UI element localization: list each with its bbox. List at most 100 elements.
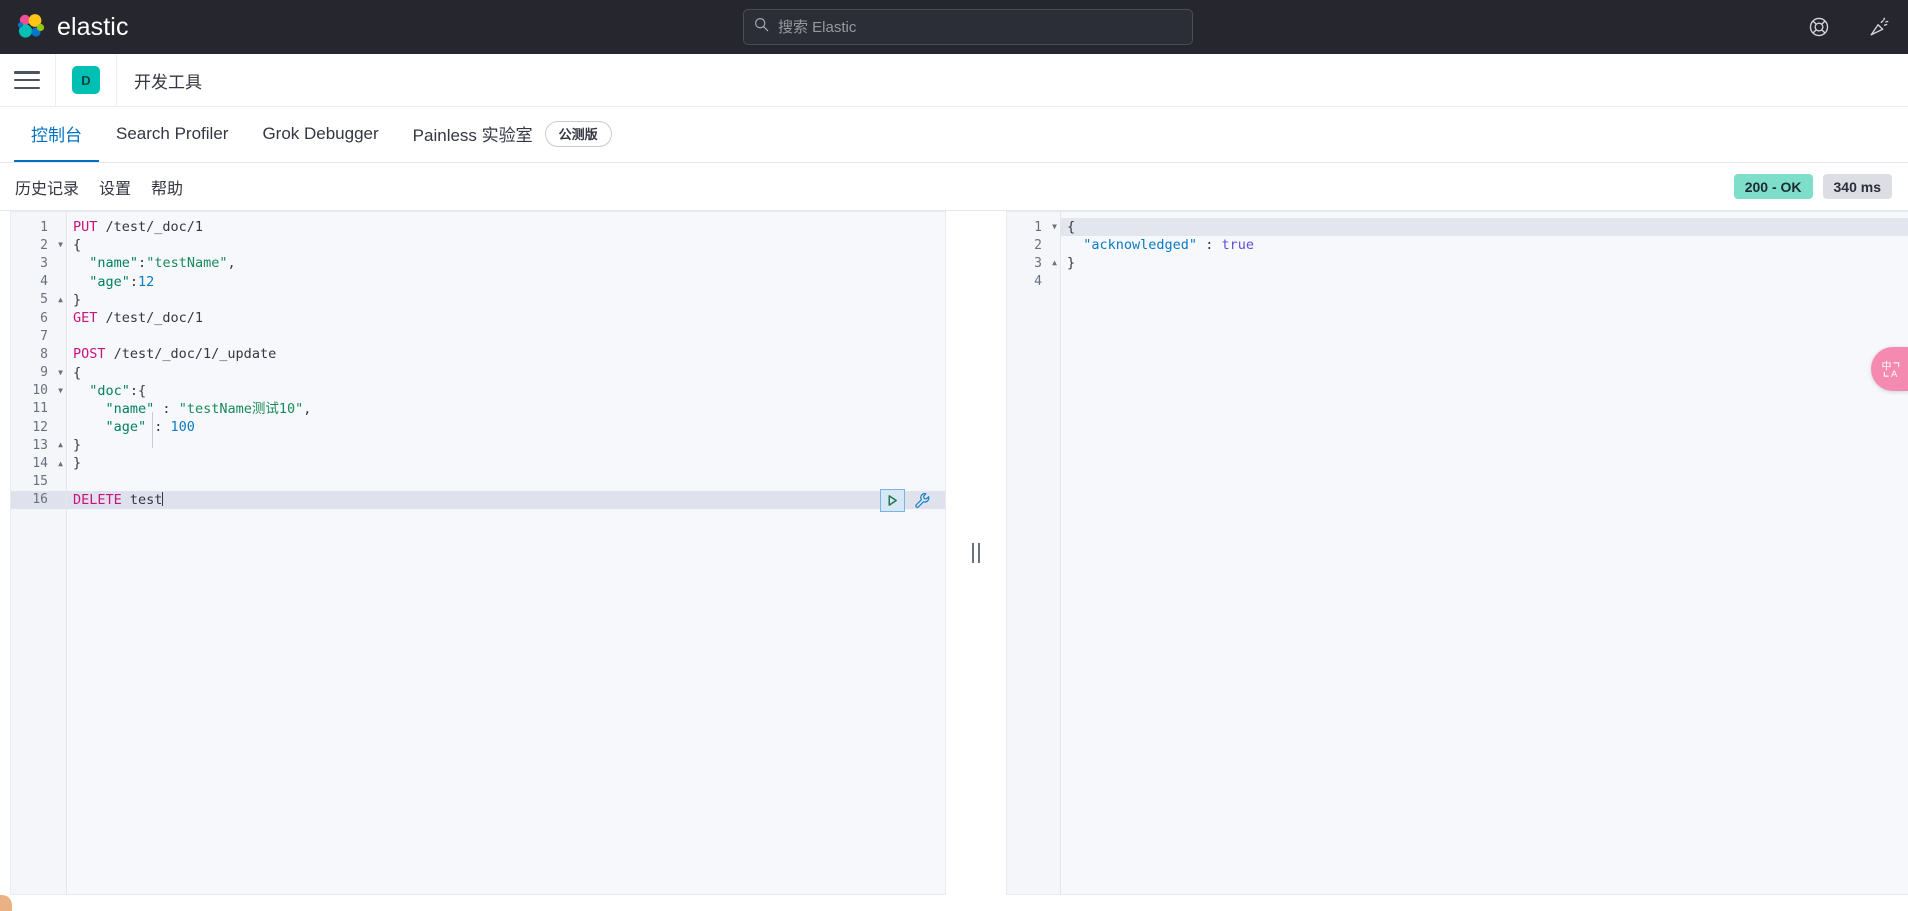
gutter-line[interactable]: 2 [1007, 236, 1060, 254]
gutter-line[interactable]: 14 ▲ [11, 454, 66, 472]
response-gutter[interactable]: 1 ▼ 2 3 ▲ 4 [1007, 212, 1061, 894]
tab-search-profiler[interactable]: Search Profiler [99, 107, 245, 162]
request-pane[interactable]: 1 2 ▼ 3 4 5 ▲ 6 7 8 9 ▼ 10 ▼ 11 12 13 ▲ 14 ▲ 15 16 PUT /test/… [10, 211, 946, 895]
code-line[interactable]: "name" : "testName测试10", [67, 400, 945, 418]
tab-grok-debugger[interactable]: Grok Debugger [245, 107, 395, 162]
gutter-line[interactable]: 16 [11, 490, 66, 509]
status-badge-code: 200 - OK [1733, 174, 1813, 199]
gutter-line[interactable]: 6 [11, 309, 66, 327]
gutter-line[interactable]: 1 [11, 218, 66, 236]
code-line[interactable]: "doc":{ [67, 382, 945, 400]
fold-open-icon[interactable]: ▼ [58, 386, 63, 395]
line-number: 4 [40, 274, 48, 290]
code-line[interactable]: { [67, 236, 945, 254]
request-code-area[interactable]: PUT /test/_doc/1{ "name":"testName", "ag… [67, 212, 945, 894]
app-tab-label: 控制台 [31, 126, 82, 145]
tab-console[interactable]: 控制台 [14, 107, 99, 162]
request-gutter[interactable]: 1 2 ▼ 3 4 5 ▲ 6 7 8 9 ▼ 10 ▼ 11 12 13 ▲ 14 ▲ 15 16 [11, 212, 67, 894]
header-actions [1806, 0, 1892, 54]
translate-button[interactable]: 中 A [1871, 347, 1908, 391]
code-line[interactable] [67, 327, 945, 345]
token-num: 12 [138, 273, 155, 290]
code-line[interactable]: "age" : 100 [67, 418, 945, 436]
code-line[interactable]: POST /test/_doc/1/_update [67, 345, 945, 363]
code-line[interactable]: "acknowledged" : true [1061, 236, 1908, 254]
whats-new-icon[interactable] [1866, 14, 1892, 40]
gutter-line[interactable]: 11 [11, 400, 66, 418]
gutter-line[interactable]: 10 ▼ [11, 382, 66, 400]
code-line[interactable]: { [1061, 218, 1908, 237]
gutter-line[interactable]: 13 ▲ [11, 436, 66, 454]
app-tab-label: Search Profiler [116, 123, 229, 143]
app-tab-label: Grok Debugger [262, 123, 379, 143]
token-punct: : [146, 419, 171, 436]
fold-close-icon[interactable]: ▲ [58, 441, 63, 449]
token-punct: : [154, 400, 179, 417]
line-number: 3 [40, 255, 48, 271]
code-line[interactable]: } [67, 436, 945, 454]
gutter-line[interactable]: 7 [11, 327, 66, 345]
response-code-area[interactable]: { "acknowledged" : true} [1061, 212, 1908, 894]
code-line[interactable]: } [1061, 254, 1908, 272]
code-line[interactable]: GET /test/_doc/1 [67, 309, 945, 327]
console-history-link[interactable]: 历史记录 [15, 175, 79, 199]
gutter-line[interactable]: 2 ▼ [11, 236, 66, 254]
line-number: 6 [40, 310, 48, 326]
token-bool: true [1221, 237, 1254, 254]
hamburger-menu-icon[interactable] [14, 69, 40, 91]
svg-text:中: 中 [1881, 359, 1891, 372]
token-punct [73, 274, 89, 290]
code-line[interactable]: } [67, 291, 945, 309]
token-punct [73, 255, 89, 271]
pane-splitter[interactable] [946, 211, 1006, 895]
console-toolbar: 历史记录 设置 帮助 200 - OK 340 ms [0, 163, 1908, 211]
code-line[interactable]: "name":"testName", [67, 254, 945, 272]
gutter-line[interactable]: 8 [11, 345, 66, 363]
fold-close-icon[interactable]: ▲ [58, 459, 63, 468]
gutter-line[interactable]: 5 ▲ [11, 291, 66, 309]
fold-open-icon[interactable]: ▼ [1052, 223, 1057, 231]
fold-open-icon[interactable]: ▼ [58, 368, 63, 377]
code-line[interactable]: { [67, 364, 945, 382]
beta-badge[interactable]: 公测版 [544, 120, 612, 147]
line-number: 1 [40, 219, 48, 235]
global-search-bar[interactable] [743, 9, 1193, 45]
gutter-line[interactable]: 4 [1007, 273, 1060, 291]
brand[interactable]: elastic [16, 13, 129, 42]
help-icon[interactable] [1806, 14, 1832, 40]
code-line[interactable]: DELETE test [67, 490, 945, 509]
breadcrumb-divider-1 [55, 53, 56, 107]
gutter-line[interactable]: 3 ▲ [1007, 254, 1060, 272]
gutter-line[interactable]: 9 ▼ [11, 364, 66, 382]
fold-close-icon[interactable]: ▲ [1052, 259, 1057, 267]
fold-open-icon[interactable]: ▼ [58, 241, 63, 249]
tab-painless-lab[interactable]: Painless 实验室 公测版 [396, 107, 629, 162]
code-line[interactable]: PUT /test/_doc/1 [67, 218, 945, 236]
line-number: 7 [40, 328, 48, 344]
token-punct: { [73, 237, 82, 254]
breadcrumb-title[interactable]: 开发工具 [134, 68, 202, 93]
code-line[interactable] [1061, 273, 1908, 291]
response-pane[interactable]: 1 ▼ 2 3 ▲ 4 { "acknowledged" : true} [1006, 211, 1908, 895]
code-line[interactable]: "age":12 [67, 273, 945, 291]
global-header: elastic [0, 0, 1908, 54]
search-input[interactable] [778, 18, 1182, 36]
token-punct: } [73, 291, 82, 308]
line-number: 16 [32, 492, 48, 508]
token-punct: { [1067, 219, 1076, 235]
gutter-line[interactable]: 4 [11, 273, 66, 291]
gutter-line[interactable]: 3 [11, 254, 66, 272]
gutter-line[interactable]: 15 [11, 473, 66, 491]
play-icon[interactable] [880, 489, 905, 512]
code-line[interactable]: } [67, 454, 945, 472]
code-line[interactable] [67, 473, 945, 491]
gutter-line[interactable]: 1 ▼ [1007, 218, 1060, 236]
token-method: GET [73, 309, 98, 326]
space-avatar[interactable]: D [72, 66, 100, 94]
console-settings-link[interactable]: 设置 [99, 175, 131, 199]
token-num: 100 [170, 419, 195, 436]
console-help-link[interactable]: 帮助 [151, 175, 183, 199]
gutter-line[interactable]: 12 [11, 418, 66, 436]
wrench-icon[interactable] [911, 490, 933, 512]
fold-close-icon[interactable]: ▲ [58, 295, 63, 304]
